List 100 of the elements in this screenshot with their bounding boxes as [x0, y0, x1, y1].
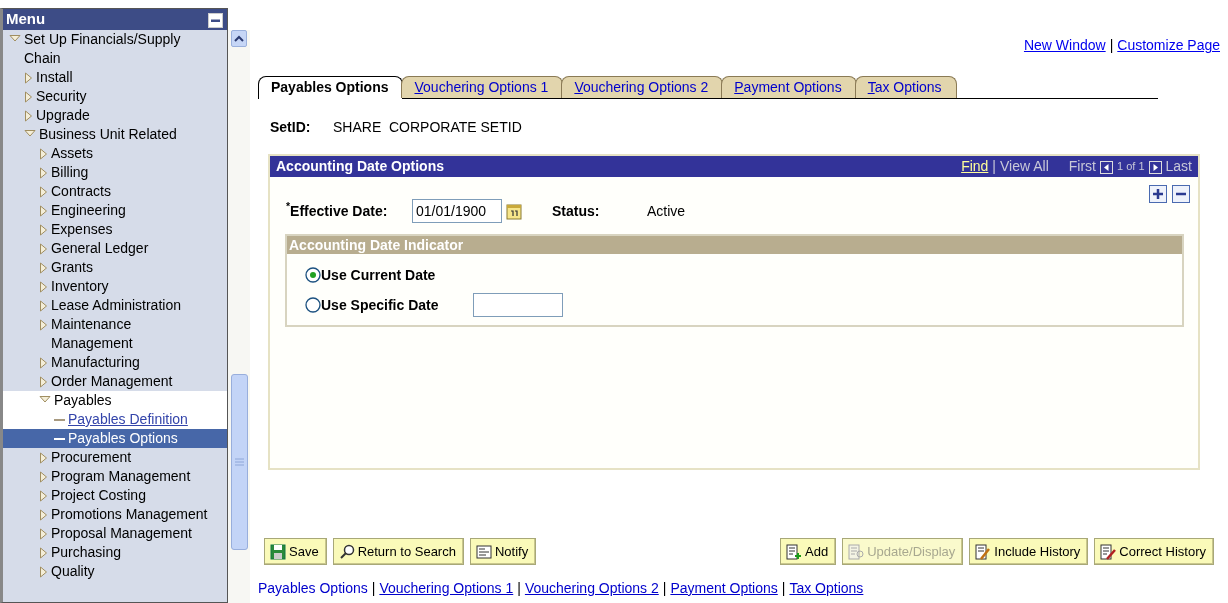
menu-item[interactable]: Purchasing [3, 543, 227, 562]
page-link[interactable]: Payables Options [258, 578, 368, 599]
add-row-button[interactable] [1149, 183, 1167, 204]
find-link[interactable]: Find [961, 156, 989, 177]
separator-text: | [371, 579, 376, 598]
plus-icon [1149, 185, 1167, 204]
menu-item[interactable]: Payables Definition [3, 410, 227, 429]
menu-item[interactable]: Security [3, 87, 227, 106]
triangle-right-icon [39, 547, 48, 559]
menu-item[interactable]: Payables [3, 391, 227, 410]
radio-button[interactable] [305, 297, 321, 313]
radio-icon [305, 297, 321, 313]
setid-label: SetID: [270, 117, 312, 137]
triangle-right-icon [39, 509, 48, 521]
triangle-right-icon [39, 148, 48, 160]
scroll-up-button[interactable] [231, 30, 247, 47]
row-count: 1 of 1 [1117, 159, 1145, 175]
menu-item[interactable]: Contracts [3, 182, 227, 201]
menu-item[interactable]: Engineering [3, 201, 227, 220]
triangle-right-icon [39, 471, 48, 483]
triangle-right-icon [39, 528, 48, 540]
menu-item[interactable]: Payables Options [3, 429, 227, 448]
menu-item[interactable]: Manufacturing [3, 353, 227, 372]
header-link[interactable]: New Window [1023, 35, 1106, 55]
magnifier-icon [338, 543, 355, 560]
header-link[interactable]: Customize Page [1117, 35, 1220, 55]
triangle-right-icon [39, 300, 48, 312]
triangle-down-icon [39, 395, 51, 404]
document-pencil-icon [975, 543, 992, 560]
triangle-right-icon [39, 205, 48, 217]
menu-item[interactable]: Lease Administration [3, 296, 227, 315]
menu-item[interactable]: Promotions Management [3, 505, 227, 524]
status-label: Status: [552, 201, 601, 221]
menu-item[interactable]: Business Unit Related [3, 125, 227, 144]
radio-button[interactable] [305, 267, 321, 283]
group-header: Accounting Date Indicator [287, 236, 1182, 254]
menu-item[interactable]: Program Management [3, 467, 227, 486]
calendar-icon [506, 203, 522, 221]
triangle-right-icon [39, 167, 48, 179]
return-to-search-button[interactable]: Return to Search [332, 538, 464, 565]
menu-item[interactable]: General Ledger [3, 239, 227, 258]
triangle-down-icon [24, 129, 36, 138]
tab[interactable]: Payables Options [258, 76, 404, 99]
menu-item[interactable]: Expenses [3, 220, 227, 239]
menu-item[interactable]: Proposal Management [3, 524, 227, 543]
view-all-link[interactable]: View All [1000, 156, 1049, 177]
menu-item[interactable]: Inventory [3, 277, 227, 296]
status-value: Active [647, 201, 686, 221]
page-link[interactable]: Tax Options [789, 578, 864, 599]
triangle-right-icon [39, 357, 48, 369]
notify-button[interactable]: Notify [469, 538, 537, 565]
menu-item[interactable]: Project Costing [3, 486, 227, 505]
menu-item[interactable]: Billing [3, 163, 227, 182]
menu-item[interactable]: Assets [3, 144, 227, 163]
setid-value: SHARE [333, 117, 383, 137]
include-history-button[interactable]: Include History [969, 538, 1089, 565]
page-link[interactable]: Payment Options [670, 578, 778, 599]
triangle-right-icon [1148, 160, 1162, 174]
document-plus-icon [786, 543, 803, 560]
tab[interactable]: Tax Options [854, 76, 957, 98]
triangle-right-icon [39, 490, 48, 502]
triangle-right-icon [39, 224, 48, 236]
scroll-thumb[interactable] [230, 374, 248, 550]
note-icon [475, 543, 492, 560]
radio-checked-icon [305, 267, 321, 283]
radio-label: Use Specific Date [321, 295, 440, 315]
triangle-right-icon [39, 319, 48, 331]
tab[interactable]: Vouchering Options 1 [401, 76, 564, 98]
tab[interactable]: Payment Options [721, 76, 857, 98]
field-label: $^{*}$Effective Date: [286, 200, 389, 221]
menu-item[interactable]: Maintenance Management [3, 315, 227, 353]
triangle-left-icon [1100, 160, 1113, 174]
menu-item[interactable]: Set Up Financials/Supply Chain [3, 30, 227, 68]
menu-item[interactable]: Quality [3, 562, 227, 581]
correct-history-button[interactable]: Correct History [1094, 538, 1214, 565]
menu-item[interactable]: Install [3, 68, 227, 87]
triangle-right-icon [39, 281, 48, 293]
menu-item[interactable]: Procurement [3, 448, 227, 467]
save-button[interactable]: Save [264, 538, 327, 565]
page-link[interactable]: Vouchering Options 2 [524, 578, 659, 599]
chevron-up-icon [234, 35, 244, 42]
first-label: First [1068, 157, 1096, 176]
separator-text: | [662, 579, 667, 598]
date-field[interactable]: 01/01/1900 [412, 199, 502, 223]
date-field[interactable] [473, 293, 563, 317]
menu-item[interactable]: Upgrade [3, 106, 227, 125]
floppy-icon [270, 543, 286, 560]
menu-item[interactable]: Grants [3, 258, 227, 277]
last-label: Last [1165, 157, 1192, 176]
triangle-right-icon [39, 262, 48, 274]
separator-text: | [517, 579, 521, 598]
scrollbar[interactable] [228, 30, 250, 603]
delete-row-button[interactable] [1172, 183, 1190, 204]
separator-text: | [781, 579, 786, 598]
menu-item[interactable]: Order Management [3, 372, 227, 391]
tab[interactable]: Vouchering Options 2 [561, 76, 724, 98]
page-link[interactable]: Vouchering Options 1 [379, 578, 514, 599]
add-button[interactable]: Add [780, 538, 837, 565]
triangle-down-icon [9, 34, 21, 43]
triangle-right-icon [24, 91, 33, 103]
